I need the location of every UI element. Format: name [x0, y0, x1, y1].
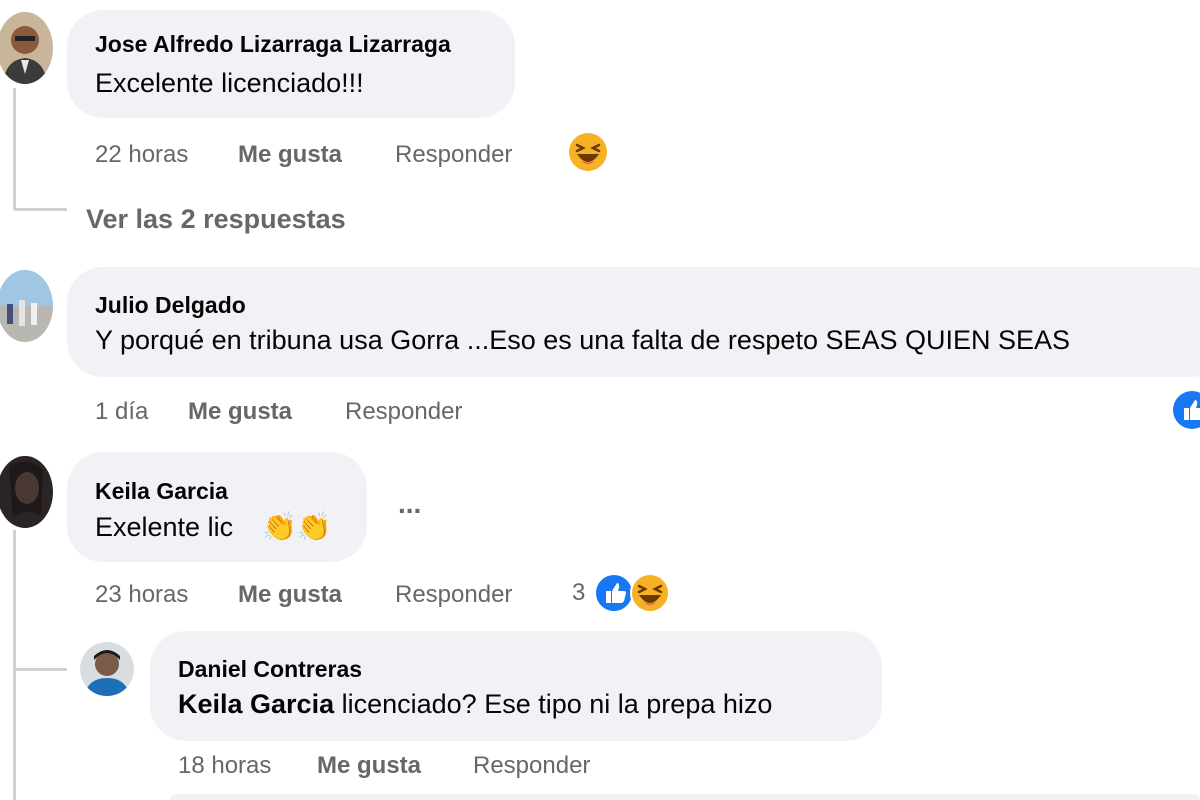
- like-button[interactable]: Me gusta: [238, 581, 342, 609]
- thread-line-1: [13, 88, 16, 210]
- view-replies-link[interactable]: Ver las 2 respuestas: [86, 204, 346, 235]
- next-comment-bubble: [170, 794, 1200, 800]
- like-icon[interactable]: [594, 573, 634, 613]
- comment-author[interactable]: Jose Alfredo Lizarraga Lizarraga: [95, 31, 451, 58]
- comment-bubble-jose: [67, 10, 515, 118]
- avatar-julio[interactable]: [0, 270, 53, 342]
- comment-text: Excelente licenciado!!!: [95, 68, 364, 98]
- comment-author[interactable]: Julio Delgado: [95, 292, 246, 319]
- reply-time[interactable]: 18 horas: [178, 752, 271, 780]
- comment-bubble-julio: [67, 267, 1200, 377]
- avatar-keila[interactable]: [0, 456, 53, 528]
- like-button[interactable]: Me gusta: [238, 141, 342, 169]
- reply-button[interactable]: Responder: [345, 398, 462, 426]
- reply-button[interactable]: Responder: [395, 581, 512, 609]
- mention-link[interactable]: Keila Garcia: [178, 689, 334, 719]
- avatar-daniel[interactable]: [80, 642, 134, 696]
- laugh-icon[interactable]: [568, 132, 608, 172]
- reply-text-row: Keila Garcia licenciado? Ese tipo ni la …: [178, 689, 772, 720]
- reply-author[interactable]: Daniel Contreras: [178, 656, 362, 683]
- avatar-jose[interactable]: [0, 12, 53, 84]
- reply-text: licenciado? Ese tipo ni la prepa hizo: [341, 689, 773, 719]
- reply-button[interactable]: Responder: [395, 141, 512, 169]
- like-button[interactable]: Me gusta: [317, 752, 421, 780]
- comment-time[interactable]: 1 día: [95, 398, 148, 426]
- thread-line-3: [13, 530, 16, 800]
- more-options-button[interactable]: ...: [398, 488, 421, 520]
- comment-text: Y porqué en tribuna usa Gorra ...Eso es …: [95, 325, 1071, 355]
- thread-line-3-branch: [13, 668, 67, 671]
- clapping-hands-emoji: 👏👏: [262, 511, 332, 542]
- comment-bubble-keila: [67, 452, 367, 562]
- comment-time[interactable]: 23 horas: [95, 581, 188, 609]
- comment-time[interactable]: 22 horas: [95, 141, 188, 169]
- like-button[interactable]: Me gusta: [188, 398, 292, 426]
- laugh-icon[interactable]: [630, 573, 670, 613]
- reaction-count[interactable]: 3: [572, 579, 585, 607]
- comment-text: Exelente lic: [95, 512, 234, 542]
- like-icon[interactable]: [1172, 390, 1200, 430]
- reply-button[interactable]: Responder: [473, 752, 590, 780]
- thread-line-1-branch: [13, 208, 67, 211]
- comment-author[interactable]: Keila Garcia: [95, 478, 228, 505]
- reply-bubble-daniel: [150, 631, 882, 741]
